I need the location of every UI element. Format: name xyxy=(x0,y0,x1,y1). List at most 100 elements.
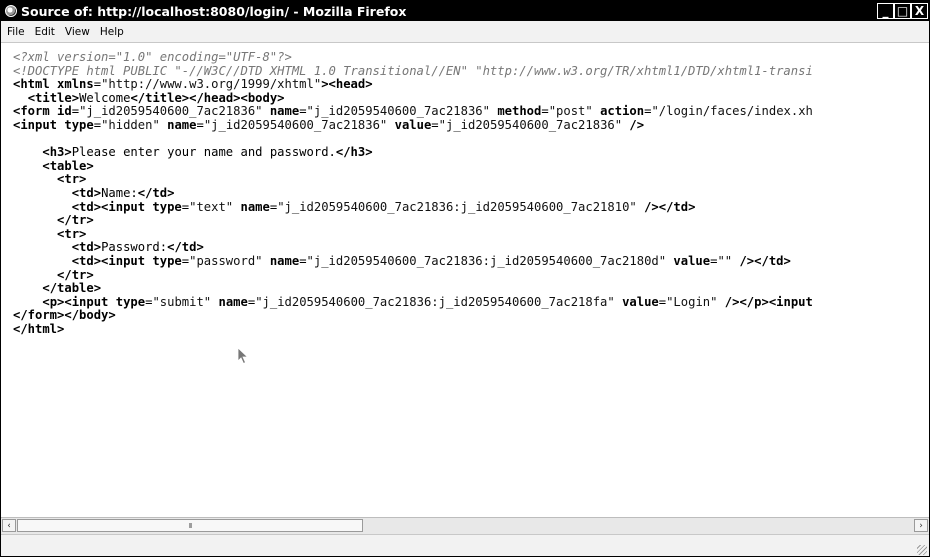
title-bar[interactable]: Source of: http://localhost:8080/login/ … xyxy=(1,1,929,21)
window-controls: _ □ X xyxy=(877,3,928,19)
source-token xyxy=(13,281,42,295)
source-line: <p><input type="submit" name="j_id205954… xyxy=(13,294,929,310)
source-line: </tr> xyxy=(13,213,929,228)
menu-file[interactable]: File xyxy=(3,26,29,38)
source-line: <td><input type="password" name="j_id205… xyxy=(13,253,929,269)
source-token: = xyxy=(299,104,307,119)
source-token xyxy=(13,145,42,159)
source-token: </tr> xyxy=(57,267,94,282)
source-token xyxy=(13,186,72,200)
menu-edit[interactable]: Edit xyxy=(31,26,59,38)
source-token: /></td> xyxy=(739,253,791,268)
scroll-thumb[interactable]: III xyxy=(17,519,363,532)
source-token: = xyxy=(93,117,102,132)
source-line xyxy=(13,133,929,147)
source-line: <input type="hidden" name="j_id205954060… xyxy=(13,117,929,133)
horizontal-scrollbar[interactable]: ‹ III › xyxy=(1,517,929,535)
source-token: ><head> xyxy=(321,77,373,92)
source-token: type xyxy=(115,294,146,309)
source-token: Name: xyxy=(101,185,138,200)
source-token: <td><input xyxy=(71,253,153,268)
source-line: <h3>Please enter your name and password.… xyxy=(13,145,929,160)
source-token: name xyxy=(167,117,197,132)
source-token xyxy=(13,159,42,173)
source-token: <input xyxy=(13,117,65,132)
source-token: <p><input xyxy=(42,294,116,309)
source-token: <h3> xyxy=(42,145,72,160)
source-token: <table> xyxy=(42,158,94,173)
source-token: value xyxy=(622,294,659,309)
source-token: </html> xyxy=(13,321,65,336)
window-title: Source of: http://localhost:8080/login/ … xyxy=(21,3,407,19)
source-token xyxy=(13,91,28,105)
source-token: Password: xyxy=(101,240,168,255)
source-line: <td>Name:</td> xyxy=(13,185,929,201)
source-line: </form></body> xyxy=(13,308,929,323)
source-line: <tr> xyxy=(13,226,929,242)
source-token: "j_id2059540600_7ac21836" xyxy=(306,104,498,119)
source-token: id xyxy=(57,104,72,119)
source-token xyxy=(13,268,57,282)
source-line: <html xmlns="http://www.w3.org/1999/xhtm… xyxy=(13,77,929,92)
source-token: name xyxy=(218,294,248,309)
scroll-left-arrow-icon[interactable]: ‹ xyxy=(2,519,16,532)
source-token: /></p><input xyxy=(724,294,813,309)
firefox-icon xyxy=(5,5,17,17)
source-line: </table> xyxy=(13,281,929,296)
source-token: value xyxy=(673,253,711,268)
source-token: "j_id2059540600_7ac21836:j_id2059540600_… xyxy=(306,253,674,268)
source-line: <title>Welcome</title></head><body> xyxy=(13,90,929,106)
source-token: name xyxy=(240,199,270,214)
source-token: </td> xyxy=(137,185,175,200)
source-token: "hidden" xyxy=(101,117,168,132)
source-token: <tr> xyxy=(57,172,87,187)
source-token: "j_id2059540600_7ac21836:j_id2059540600_… xyxy=(255,294,623,309)
source-token: "" xyxy=(717,253,740,268)
source-line: </tr> xyxy=(13,267,929,283)
source-token: <title> xyxy=(27,90,80,105)
source-token: "j_id2059540600_7ac21836:j_id2059540600_… xyxy=(277,199,645,214)
source-token: <form xyxy=(13,104,58,119)
source-token: method xyxy=(497,104,542,119)
resize-grip-icon[interactable] xyxy=(917,545,927,555)
source-line: <?xml version="1.0" encoding="UTF-8"?> xyxy=(13,51,929,65)
source-token: </form></body> xyxy=(13,308,116,323)
source-token: </table> xyxy=(42,281,102,296)
source-token: Welcome xyxy=(79,90,131,105)
source-token: "password" xyxy=(189,253,270,268)
source-token: <tr> xyxy=(57,226,87,241)
close-button[interactable]: X xyxy=(911,3,928,19)
source-line: <td><input type="text" name="j_id2059540… xyxy=(13,199,929,215)
source-token: Please enter your name and password. xyxy=(71,145,336,160)
source-token: action xyxy=(600,104,645,119)
status-bar xyxy=(1,534,929,556)
source-token: <!DOCTYPE html PUBLIC "-//W3C//DTD XHTML… xyxy=(13,63,813,78)
source-token xyxy=(13,227,57,241)
source-token: = xyxy=(541,104,549,119)
source-token: "j_id2059540600_7ac21836" xyxy=(79,104,270,119)
source-token: /> xyxy=(629,117,645,132)
source-line: <td>Password:</td> xyxy=(13,241,929,255)
source-token xyxy=(13,240,72,254)
scroll-right-arrow-icon[interactable]: › xyxy=(914,519,928,532)
source-token: = xyxy=(93,77,102,92)
source-token xyxy=(13,172,57,186)
source-token: <?xml version="1.0" encoding="UTF-8"?> xyxy=(13,51,292,64)
menu-view[interactable]: View xyxy=(61,26,94,38)
menu-help[interactable]: Help xyxy=(96,26,128,38)
source-token: "http://www.w3.org/1999/xhtml" xyxy=(101,77,322,92)
source-token: type xyxy=(64,117,94,132)
minimize-button[interactable]: _ xyxy=(877,3,894,19)
source-line: <tr> xyxy=(13,173,929,187)
maximize-button[interactable]: □ xyxy=(894,3,911,19)
source-token: value xyxy=(394,117,432,132)
source-token: "Login" xyxy=(666,294,725,309)
source-line: <!DOCTYPE html PUBLIC "-//W3C//DTD XHTML… xyxy=(13,63,929,79)
source-token: type xyxy=(152,199,182,214)
source-token xyxy=(13,295,42,309)
source-line: </html> xyxy=(13,321,929,337)
browser-window: Source of: http://localhost:8080/login/ … xyxy=(0,0,930,557)
page-source-view[interactable]: <?xml version="1.0" encoding="UTF-8"?> <!… xyxy=(13,51,929,517)
source-token: /></td> xyxy=(644,199,696,214)
source-token: </title></head><body> xyxy=(130,90,285,105)
